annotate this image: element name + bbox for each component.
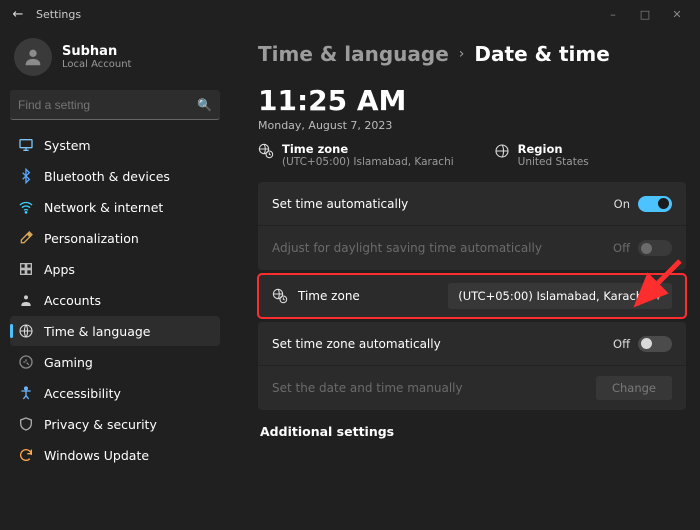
sidebar-item-update[interactable]: Windows Update xyxy=(10,440,220,470)
sidebar-item-time-language[interactable]: Time & language xyxy=(10,316,220,346)
user-name: Subhan xyxy=(62,44,131,59)
sidebar-item-apps[interactable]: Apps xyxy=(10,254,220,284)
person-icon xyxy=(22,46,44,68)
update-icon xyxy=(18,447,34,463)
account-icon xyxy=(18,292,34,308)
sidebar-item-accounts[interactable]: Accounts xyxy=(10,285,220,315)
apps-icon xyxy=(18,261,34,277)
info-region-label: Region xyxy=(518,142,589,156)
card-auto: Set time automatically On Adjust for day… xyxy=(258,182,686,270)
toggle-state: Off xyxy=(613,241,630,255)
sidebar-item-network[interactable]: Network & internet xyxy=(10,192,220,222)
row-dst: Adjust for daylight saving time automati… xyxy=(258,226,686,270)
shield-icon xyxy=(18,416,34,432)
sidebar-item-label: Accounts xyxy=(44,293,101,308)
info-strip: Time zone (UTC+05:00) Islamabad, Karachi… xyxy=(258,142,686,168)
sidebar-item-label: Network & internet xyxy=(44,200,163,215)
row-set-tz-auto[interactable]: Set time zone automatically Off xyxy=(258,322,686,366)
back-icon[interactable]: ← xyxy=(8,7,28,22)
row-label: Set time automatically xyxy=(272,197,614,211)
sidebar-item-accessibility[interactable]: Accessibility xyxy=(10,378,220,408)
sidebar-item-label: Time & language xyxy=(44,324,150,339)
minimize-icon[interactable]: – xyxy=(606,8,620,21)
sidebar-item-label: Accessibility xyxy=(44,386,121,401)
row-tz-label: Time zone xyxy=(298,289,360,303)
search-icon: 🔍 xyxy=(197,98,212,112)
sidebar-item-system[interactable]: System xyxy=(10,130,220,160)
sidebar-item-label: Personalization xyxy=(44,231,139,246)
info-region-value: United States xyxy=(518,156,589,168)
sidebar-item-label: Privacy & security xyxy=(44,417,157,432)
info-timezone[interactable]: Time zone (UTC+05:00) Islamabad, Karachi xyxy=(258,142,454,168)
titlebar: ← Settings – □ ✕ xyxy=(0,0,700,28)
sidebar-item-label: Bluetooth & devices xyxy=(44,169,170,184)
row-timezone[interactable]: Time zone (UTC+05:00) Islamabad, Karachi… xyxy=(258,274,686,318)
timezone-select[interactable]: (UTC+05:00) Islamabad, Karachi ▼ xyxy=(448,283,672,309)
row-label: Set the date and time manually xyxy=(272,381,596,395)
globe-icon xyxy=(494,143,510,159)
sidebar-item-gaming[interactable]: Gaming xyxy=(10,347,220,377)
row-set-manual: Set the date and time manually Change xyxy=(258,366,686,410)
sidebar-item-personalization[interactable]: Personalization xyxy=(10,223,220,253)
sidebar-item-label: Apps xyxy=(44,262,75,277)
sidebar-item-label: Gaming xyxy=(44,355,93,370)
paintbrush-icon xyxy=(18,230,34,246)
page-title: Date & time xyxy=(474,42,609,66)
globe-clock-icon xyxy=(272,288,288,304)
close-icon[interactable]: ✕ xyxy=(670,8,684,21)
sidebar: Subhan Local Account 🔍 System Bluetooth … xyxy=(0,28,230,530)
section-additional: Additional settings xyxy=(260,424,686,439)
chevron-down-icon: ▼ xyxy=(654,291,662,302)
window-title: Settings xyxy=(36,8,81,21)
info-tz-label: Time zone xyxy=(282,142,454,156)
sidebar-item-privacy[interactable]: Privacy & security xyxy=(10,409,220,439)
clock-time: 11:25 AM xyxy=(258,84,686,117)
row-label: Set time zone automatically xyxy=(272,337,613,351)
sidebar-item-label: Windows Update xyxy=(44,448,149,463)
chevron-right-icon: › xyxy=(459,46,465,62)
wifi-icon xyxy=(18,199,34,215)
toggle-state: On xyxy=(614,197,630,211)
toggle-state: Off xyxy=(613,337,630,351)
info-tz-value: (UTC+05:00) Islamabad, Karachi xyxy=(282,156,454,168)
row-label: Adjust for daylight saving time automati… xyxy=(272,241,613,255)
globe-clock-icon xyxy=(258,143,274,159)
card-other: Set time zone automatically Off Set the … xyxy=(258,322,686,410)
sidebar-item-label: System xyxy=(44,138,91,153)
toggle-dst xyxy=(638,240,672,256)
change-button: Change xyxy=(596,376,672,400)
timezone-select-value: (UTC+05:00) Islamabad, Karachi xyxy=(458,289,646,303)
toggle-set-time-auto[interactable] xyxy=(638,196,672,212)
toggle-set-tz-auto[interactable] xyxy=(638,336,672,352)
gaming-icon xyxy=(18,354,34,370)
user-subtitle: Local Account xyxy=(62,59,131,70)
search-input[interactable] xyxy=(18,98,197,112)
sidebar-nav: System Bluetooth & devices Network & int… xyxy=(10,130,220,470)
accessibility-icon xyxy=(18,385,34,401)
globe-clock-icon xyxy=(18,323,34,339)
sidebar-item-bluetooth[interactable]: Bluetooth & devices xyxy=(10,161,220,191)
breadcrumb: Time & language › Date & time xyxy=(258,42,686,66)
avatar xyxy=(14,38,52,76)
search-box[interactable]: 🔍 xyxy=(10,90,220,120)
info-region[interactable]: Region United States xyxy=(494,142,589,168)
breadcrumb-root[interactable]: Time & language xyxy=(258,42,449,66)
card-timezone: Time zone (UTC+05:00) Islamabad, Karachi… xyxy=(258,274,686,318)
row-set-time-auto[interactable]: Set time automatically On xyxy=(258,182,686,226)
bluetooth-icon xyxy=(18,168,34,184)
row-label: Time zone xyxy=(272,288,448,304)
clock-date: Monday, August 7, 2023 xyxy=(258,119,686,132)
maximize-icon[interactable]: □ xyxy=(638,8,652,21)
display-icon xyxy=(18,137,34,153)
main-content: Time & language › Date & time 11:25 AM M… xyxy=(230,28,700,530)
user-block[interactable]: Subhan Local Account xyxy=(10,34,220,90)
